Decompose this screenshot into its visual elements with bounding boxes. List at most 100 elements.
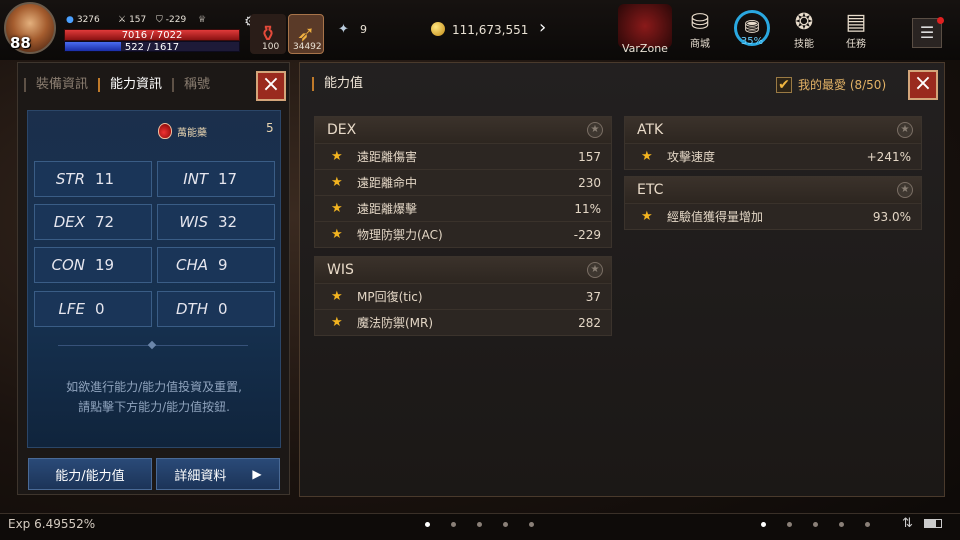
swap-arrows-icon[interactable]: ⇅	[902, 516, 913, 531]
skill-icon: ❂	[794, 10, 814, 35]
crossed-swords-icon: ⚔	[118, 15, 127, 25]
stat-box-dth: DTH 0	[157, 291, 275, 327]
menu-shop[interactable]: ⛁ 商城	[678, 10, 722, 50]
stats-panel: 能力值 ✔ 我的最愛 (8/50) × DEX ★ ★ 遠距離傷害 157 ★ …	[299, 62, 945, 497]
page-dots-left	[425, 522, 534, 527]
stat-row-value: 37	[585, 289, 601, 304]
stat-row-value: 93.0%	[872, 209, 911, 224]
stat-name: DTH	[176, 300, 208, 318]
favorite-star-icon[interactable]: ★	[587, 262, 603, 278]
stat-area: 萬能藥 5 STR 11 INT 17 DEX 72 WIS 32 CON 19…	[27, 110, 281, 448]
page-dot[interactable]	[503, 522, 508, 527]
menu-skill[interactable]: ❂ 技能	[782, 10, 826, 50]
page-dot[interactable]	[761, 522, 766, 527]
stat-row[interactable]: ★ 物理防禦力(AC) -229	[315, 221, 611, 247]
page-dot[interactable]	[839, 522, 844, 527]
stat-box-dex: DEX 72	[34, 204, 152, 240]
divider-diamond	[147, 340, 157, 350]
favorite-star-icon[interactable]: ★	[587, 122, 603, 138]
stat-group-wis: WIS ★ ★ MP回復(tic) 37 ★ 魔法防禦(MR) 282	[314, 256, 612, 336]
stat-row[interactable]: ★ 遠距離傷害 157	[315, 143, 611, 169]
favorite-star-icon[interactable]: ★	[897, 182, 913, 198]
stat-row[interactable]: ★ 魔法防禦(MR) 282	[315, 309, 611, 335]
gold-amount: 111,673,551	[452, 23, 529, 37]
stat-name: INT	[183, 170, 208, 188]
stat-row-value: 157	[578, 149, 601, 164]
page-dot[interactable]	[529, 522, 534, 527]
hp-potion-count: 100	[262, 42, 280, 52]
elixir-label: 萬能藥	[177, 127, 207, 139]
close-icon: ×	[261, 72, 281, 97]
page-dot[interactable]	[425, 522, 430, 527]
stat-value: 72	[95, 213, 115, 231]
stat-row-value: 282	[578, 315, 601, 330]
page-dot[interactable]	[865, 522, 870, 527]
stat-row[interactable]: ★ 遠距離爆擊 11%	[315, 195, 611, 221]
stat-value: 17	[218, 170, 238, 188]
mp-text: 522 / 1617	[124, 42, 180, 53]
battery-icon	[924, 519, 942, 528]
favorites-toggle[interactable]: ✔ 我的最愛 (8/50)	[776, 76, 886, 93]
group-name: WIS	[327, 262, 354, 278]
star-icon: ★	[331, 315, 343, 330]
tab-ability[interactable]: 能力資訊	[98, 78, 172, 92]
stat-name: LFE	[58, 300, 85, 318]
group-name: ETC	[637, 182, 664, 198]
stat-value: 0	[95, 300, 105, 318]
star-icon: ★	[641, 209, 653, 224]
buff-indicator: ● 3276	[66, 15, 100, 25]
play-arrow-icon: ▶	[252, 467, 262, 481]
page-dot[interactable]	[787, 522, 792, 527]
hint-line-2: 請點擊下方能力/能力值按鈕.	[78, 400, 230, 414]
stat-value: 0	[218, 300, 228, 318]
chevron-right-icon[interactable]: ›	[539, 17, 546, 38]
group-header: DEX ★	[315, 117, 611, 143]
group-header: ATK ★	[625, 117, 921, 143]
close-icon: ×	[913, 71, 933, 96]
hud-menu: ⛁ 商城 ⛃ 35% ❂ 技能 ▤ 任務	[678, 10, 878, 50]
stat-group-etc: ETC ★ ★ 經驗值獲得量增加 93.0%	[624, 176, 922, 230]
left-close-button[interactable]: ×	[256, 71, 286, 101]
shop-icon: ⛁	[690, 10, 710, 35]
hamburger-icon: ☰	[919, 23, 935, 42]
menu-skill-label: 技能	[794, 39, 814, 50]
page-dot[interactable]	[451, 522, 456, 527]
right-close-button[interactable]: ×	[908, 70, 938, 100]
stat-name: STR	[55, 170, 85, 188]
stat-row[interactable]: ★ MP回復(tic) 37	[315, 283, 611, 309]
crystal-count: 9	[360, 23, 367, 36]
menu-bag-label: 35%	[740, 36, 764, 47]
crystal-icon: ✦	[338, 22, 349, 37]
star-icon: ★	[331, 149, 343, 164]
stat-row-name: 遠距離爆擊	[357, 202, 418, 216]
menu-bag[interactable]: ⛃ 35%	[730, 10, 774, 50]
star-icon: ★	[331, 227, 343, 242]
stat-b-indicator: ⛉ -229	[156, 15, 186, 25]
stat-row[interactable]: ★ 遠距離命中 230	[315, 169, 611, 195]
exp-value: 6.49552%	[34, 517, 96, 531]
ability-button[interactable]: 能力/能力值	[28, 458, 152, 490]
hint-line-1: 如欲進行能力/能力值投資及重置,	[66, 380, 242, 394]
stat-row[interactable]: ★ 攻擊速度 +241%	[625, 143, 921, 169]
group-name: ATK	[637, 122, 664, 138]
page-dot[interactable]	[477, 522, 482, 527]
stat-row[interactable]: ★ 經驗值獲得量增加 93.0%	[625, 203, 921, 229]
menu-quest[interactable]: ▤ 任務	[834, 10, 878, 50]
star-icon: ★	[331, 289, 343, 304]
favorites-label: 我的最愛 (8/50)	[798, 78, 887, 92]
stat-value: 19	[95, 256, 115, 274]
varzone-label: VarZone	[622, 42, 668, 55]
group-header: ETC ★	[625, 177, 921, 203]
favorite-star-icon[interactable]: ★	[897, 122, 913, 138]
stat-name: WIS	[179, 213, 208, 231]
page-dot[interactable]	[813, 522, 818, 527]
tab-title[interactable]: 稱號	[172, 78, 220, 92]
stat-a-indicator: ⚔ 157	[118, 15, 146, 25]
menu-shop-label: 商城	[690, 39, 710, 50]
tab-equipment[interactable]: 裝備資訊	[24, 78, 98, 92]
details-button-label: 詳細資料	[174, 468, 227, 484]
stat-row-value: +241%	[866, 149, 911, 164]
trophy-indicator: ♕	[198, 15, 206, 25]
details-button[interactable]: 詳細資料 ▶	[156, 458, 280, 490]
stat-name: CON	[51, 256, 85, 274]
